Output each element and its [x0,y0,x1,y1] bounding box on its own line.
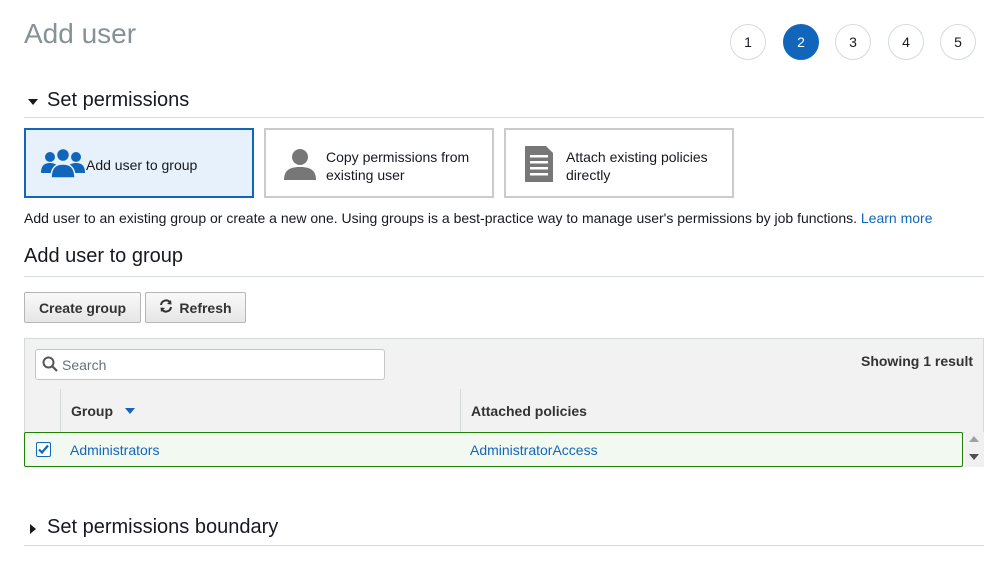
scroll-up-icon[interactable] [969,436,979,442]
checkmark-icon [38,444,49,455]
option-attach-policies[interactable]: Attach existing policies directly [504,128,734,198]
step-2[interactable]: 2 [783,24,819,60]
table-row[interactable]: Administrators AdministratorAccess [24,432,963,467]
set-permissions-title: Set permissions [47,89,190,111]
option-add-user-to-group[interactable]: Add user to group [24,128,254,198]
caret-right-icon [30,524,36,534]
column-header-policies-label: Attached policies [471,402,587,419]
scroll-down-icon[interactable] [969,454,979,460]
page-title: Add user [24,18,137,49]
search-input[interactable] [62,354,378,376]
caret-down-icon [28,99,38,105]
permissions-boundary-header[interactable]: Set permissions boundary [24,516,984,546]
group-link[interactable]: Administrators [70,442,159,458]
option-label: Copy permissions from existing user [326,149,470,183]
document-icon [520,146,568,182]
add-user-to-group-header: Add user to group [24,245,984,277]
refresh-icon [159,299,173,316]
header-checkbox-column [25,389,61,432]
refresh-button[interactable]: Refresh [145,292,246,323]
search-icon [42,356,58,372]
refresh-label: Refresh [179,299,232,316]
search-box[interactable] [35,349,385,380]
user-icon [280,146,328,182]
step-5[interactable]: 5 [940,24,976,60]
table-toolbar: Showing 1 result [24,338,984,390]
set-permissions-header[interactable]: Set permissions [24,89,984,118]
table-scrollbar[interactable] [965,432,984,467]
description-text: Add user to an existing group or create … [24,210,857,226]
column-header-group[interactable]: Group [61,389,461,432]
user-group-icon [40,146,88,182]
step-3[interactable]: 3 [835,24,871,60]
create-group-button[interactable]: Create group [24,292,141,323]
column-header-group-label: Group [71,402,113,419]
row-checkbox[interactable] [36,442,51,457]
option-copy-permissions[interactable]: Copy permissions from existing user [264,128,494,198]
permissions-boundary-title: Set permissions boundary [47,516,279,538]
table-header: Group Attached policies [24,389,984,433]
results-count: Showing 1 result [860,353,973,369]
groups-table: Showing 1 result Group Attached policies… [24,338,984,468]
step-1[interactable]: 1 [730,24,766,60]
step-4[interactable]: 4 [888,24,924,60]
option-label: Add user to group [86,157,198,173]
sort-descending-icon[interactable] [125,407,135,414]
column-header-policies[interactable]: Attached policies [461,389,983,432]
option-label: Attach existing policies directly [566,149,708,183]
add-user-to-group-title: Add user to group [24,245,183,267]
permissions-description: Add user to an existing group or create … [24,210,932,226]
create-group-label: Create group [38,299,127,316]
policy-link[interactable]: AdministratorAccess [470,442,598,458]
learn-more-link[interactable]: Learn more [861,210,933,226]
